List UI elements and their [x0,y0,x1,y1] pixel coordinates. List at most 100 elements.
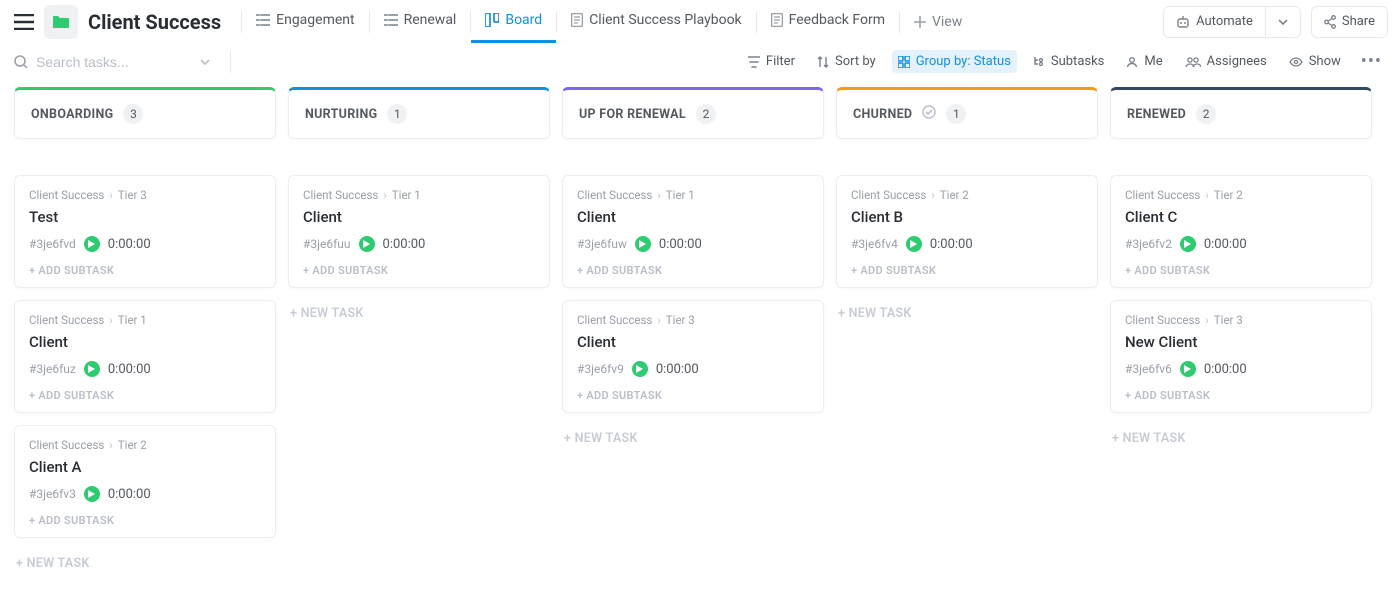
groupby-button[interactable]: Group by: Status [892,50,1017,73]
chevron-down-icon[interactable] [200,59,210,65]
column-title: UP FOR RENEWAL [579,107,686,122]
share-button[interactable]: Share [1312,7,1387,37]
new-task-button[interactable]: + NEW TASK [1110,425,1372,452]
card-breadcrumb: Client Success›Tier 2 [851,188,1083,202]
filter-button[interactable]: Filter [742,50,801,73]
task-card[interactable]: Client Success›Tier 3Test#3je6fvd0:00:00… [14,175,276,288]
task-id: #3je6fuz [29,362,76,376]
assignees-button[interactable]: Assignees [1179,50,1273,73]
search-input[interactable] [36,54,186,70]
add-subtask-button[interactable]: + ADD SUBTASK [1125,389,1357,402]
tab-label: Client Success Playbook [589,12,741,28]
tab-feedback[interactable]: Feedback Form [757,0,899,43]
task-card[interactable]: Client Success›Tier 3Client#3je6fv90:00:… [562,300,824,413]
time-tracked: 0:00:00 [108,362,151,377]
sort-button[interactable]: Sort by [811,50,882,73]
play-icon[interactable] [635,236,651,252]
add-subtask-button[interactable]: + ADD SUBTASK [29,264,261,277]
add-subtask-button[interactable]: + ADD SUBTASK [303,264,535,277]
view-tabs: Engagement Renewal Board Client Success … [241,0,976,43]
robot-icon [1176,15,1190,29]
tab-board[interactable]: Board [471,0,556,43]
folder-icon[interactable] [44,5,78,39]
card-breadcrumb: Client Success›Tier 1 [303,188,535,202]
column-header[interactable]: CHURNED1 [836,87,1098,139]
topbar: Client Success Engagement Renewal Board … [0,0,1400,44]
play-icon[interactable] [1180,236,1196,252]
tab-label: Board [505,12,542,28]
card-meta: #3je6fv60:00:00 [1125,361,1357,377]
board-column-onboarding: ONBOARDING3 Client Success›Tier 3Test#3je… [14,87,276,577]
task-id: #3je6fv6 [1125,362,1172,376]
chevron-right-icon: › [931,188,934,202]
share-label: Share [1342,14,1375,29]
column-header[interactable]: ONBOARDING3 [14,87,276,139]
show-button[interactable]: Show [1283,50,1347,73]
breadcrumb-root: Client Success [303,188,378,202]
task-id: #3je6fuu [303,237,351,251]
show-label: Show [1309,54,1341,69]
tab-label: Engagement [276,12,354,28]
subtasks-label: Subtasks [1051,54,1105,69]
more-button[interactable]: ••• [1357,51,1386,72]
tab-engagement[interactable]: Engagement [242,0,368,43]
task-card[interactable]: Client Success›Tier 3New Client#3je6fv60… [1110,300,1372,413]
play-icon[interactable] [359,236,375,252]
play-icon[interactable] [84,486,100,502]
task-card[interactable]: Client Success›Tier 2Client B#3je6fv40:0… [836,175,1098,288]
play-icon[interactable] [1180,361,1196,377]
play-icon[interactable] [84,236,100,252]
card-breadcrumb: Client Success›Tier 2 [29,438,261,452]
card-title: Client [577,333,809,351]
task-card[interactable]: Client Success›Tier 1Client#3je6fuu0:00:… [288,175,550,288]
add-subtask-button[interactable]: + ADD SUBTASK [29,389,261,402]
tab-playbook[interactable]: Client Success Playbook [557,0,755,43]
add-subtask-button[interactable]: + ADD SUBTASK [851,264,1083,277]
add-subtask-button[interactable]: + ADD SUBTASK [577,264,809,277]
breadcrumb-tier: Tier 1 [118,313,147,327]
column-header[interactable]: NURTURING1 [288,87,550,139]
column-header[interactable]: RENEWED2 [1110,87,1372,139]
card-breadcrumb: Client Success›Tier 1 [29,313,261,327]
chevron-right-icon: › [1205,313,1208,327]
task-card[interactable]: Client Success›Tier 2Client C#3je6fv20:0… [1110,175,1372,288]
me-button[interactable]: Me [1120,50,1168,73]
task-card[interactable]: Client Success›Tier 1Client#3je6fuz0:00:… [14,300,276,413]
column-body: Client Success›Tier 1Client#3je6fuw0:00:… [562,175,824,452]
add-view-button[interactable]: View [900,0,976,43]
play-icon[interactable] [84,361,100,377]
card-meta: #3je6fv90:00:00 [577,361,809,377]
task-id: #3je6fuw [577,237,627,251]
card-meta: #3je6fuw0:00:00 [577,236,809,252]
subtasks-icon [1033,56,1045,68]
menu-icon[interactable] [12,10,36,34]
new-task-button[interactable]: + NEW TASK [562,425,824,452]
add-subtask-button[interactable]: + ADD SUBTASK [29,514,261,527]
chevron-right-icon: › [109,313,112,327]
check-circle-icon [922,105,936,123]
automate-button[interactable]: Automate [1164,7,1265,37]
play-icon[interactable] [632,361,648,377]
subtasks-button[interactable]: Subtasks [1027,50,1111,73]
add-subtask-button[interactable]: + ADD SUBTASK [1125,264,1357,277]
people-icon [1185,56,1201,68]
column-header[interactable]: UP FOR RENEWAL2 [562,87,824,139]
sort-label: Sort by [835,54,876,69]
breadcrumb-root: Client Success [1125,188,1200,202]
search[interactable] [14,54,210,70]
tab-renewal[interactable]: Renewal [370,0,471,43]
chevron-right-icon: › [109,188,112,202]
play-icon[interactable] [906,236,922,252]
new-task-button[interactable]: + NEW TASK [14,550,276,577]
new-task-button[interactable]: + NEW TASK [288,300,550,327]
automate-chevron[interactable] [1265,7,1300,37]
add-view-label: View [932,14,962,30]
card-meta: #3je6fvd0:00:00 [29,236,261,252]
add-subtask-button[interactable]: + ADD SUBTASK [577,389,809,402]
task-card[interactable]: Client Success›Tier 2Client A#3je6fv30:0… [14,425,276,538]
breadcrumb-root: Client Success [29,438,104,452]
card-meta: #3je6fv30:00:00 [29,486,261,502]
share-button-group: Share [1311,6,1388,38]
task-card[interactable]: Client Success›Tier 1Client#3je6fuw0:00:… [562,175,824,288]
new-task-button[interactable]: + NEW TASK [836,300,1098,327]
